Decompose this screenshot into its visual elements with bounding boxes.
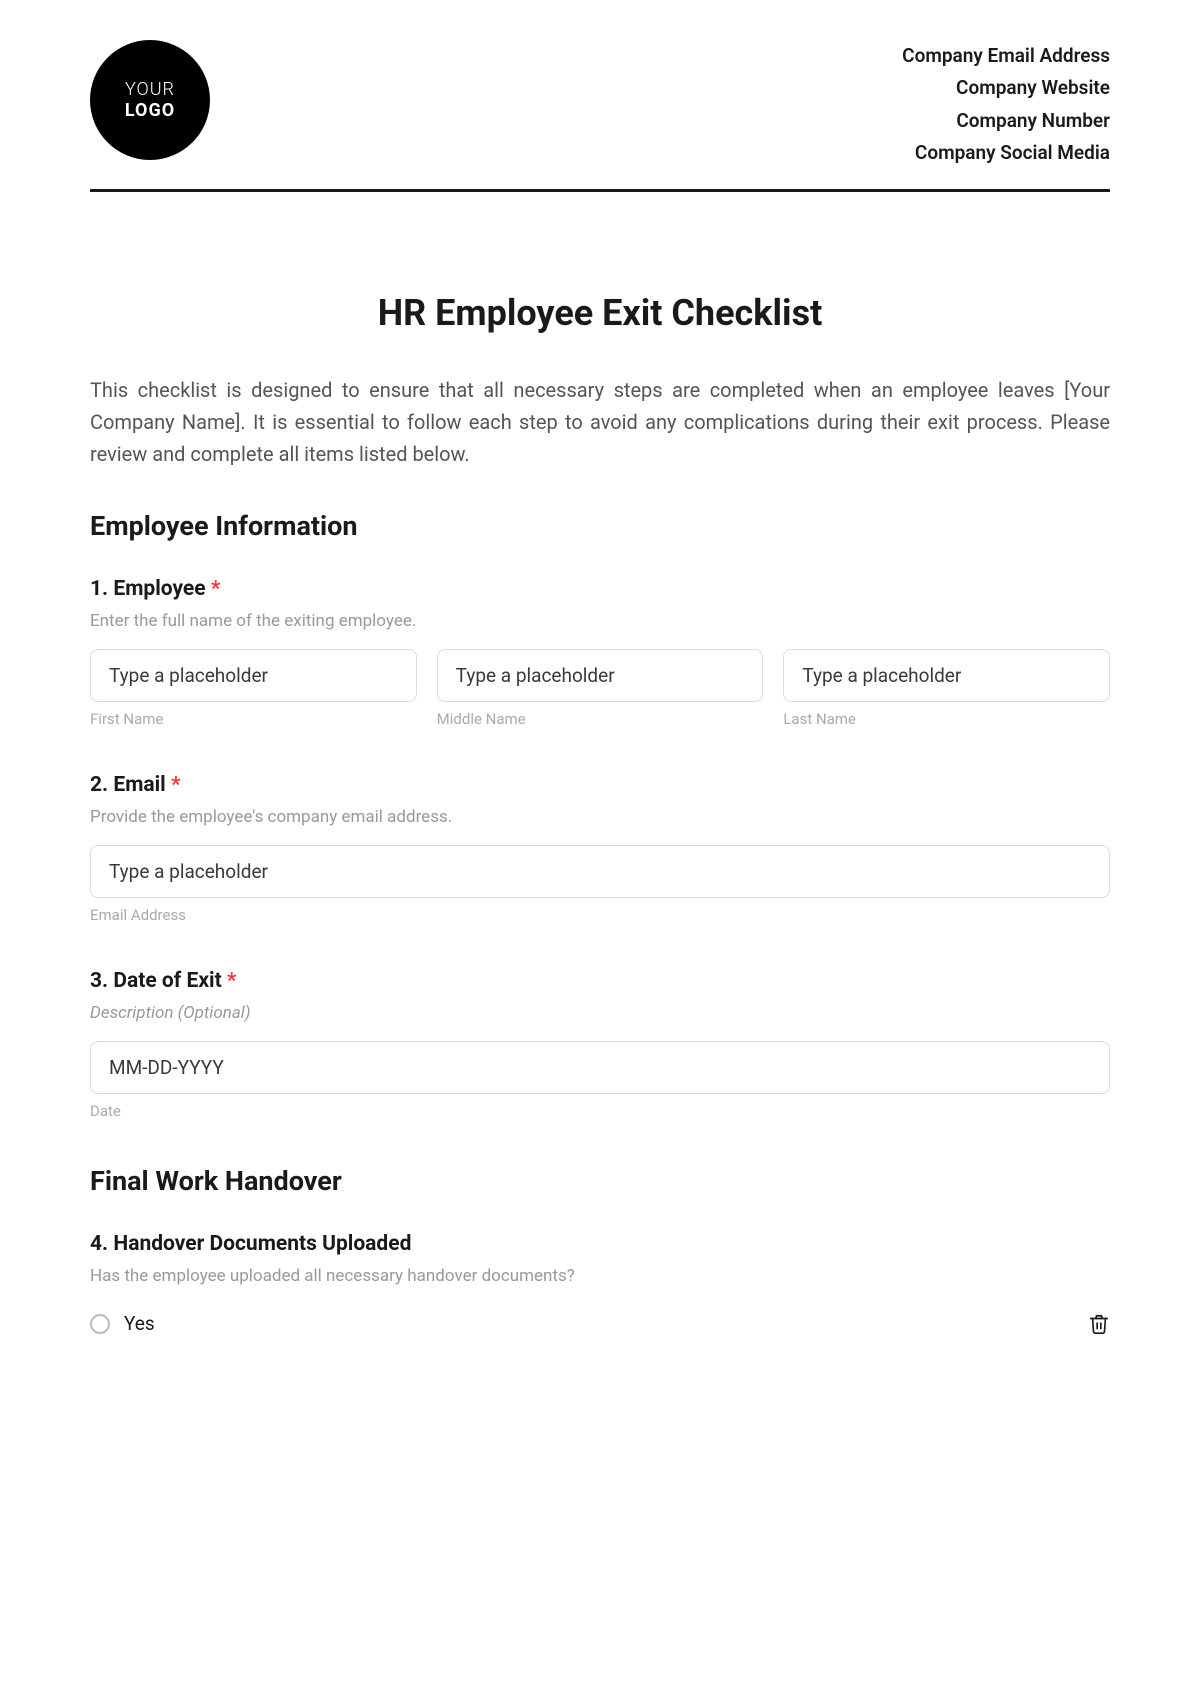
question-date-exit: 3. Date of Exit * Description (Optional)… — [90, 969, 1110, 1120]
last-name-input[interactable] — [783, 649, 1110, 702]
page-title: HR Employee Exit Checklist — [90, 292, 1110, 334]
question-desc: Provide the employee's company email add… — [90, 807, 1110, 827]
company-social: Company Social Media — [902, 137, 1110, 169]
question-label: 2. Email * — [90, 773, 1110, 797]
first-name-label: First Name — [90, 710, 417, 728]
email-label: Email Address — [90, 906, 1110, 924]
question-desc: Description (Optional) — [90, 1003, 1110, 1023]
date-exit-input[interactable] — [90, 1041, 1110, 1094]
section-handover-title: Final Work Handover — [90, 1165, 1110, 1197]
email-input[interactable] — [90, 845, 1110, 898]
question-desc: Has the employee uploaded all necessary … — [90, 1266, 1110, 1286]
date-label: Date — [90, 1102, 1110, 1120]
company-email: Company Email Address — [902, 40, 1110, 72]
header-divider — [90, 189, 1110, 192]
question-employee: 1. Employee * Enter the full name of the… — [90, 577, 1110, 728]
name-inputs-row: First Name Middle Name Last Name — [90, 649, 1110, 728]
company-info: Company Email Address Company Website Co… — [902, 40, 1110, 169]
question-handover-documents: 4. Handover Documents Uploaded Has the e… — [90, 1232, 1110, 1343]
question-email: 2. Email * Provide the employee's compan… — [90, 773, 1110, 924]
section-employee-info-title: Employee Information — [90, 510, 1110, 542]
radio-label: Yes — [124, 1312, 155, 1335]
middle-name-input[interactable] — [437, 649, 764, 702]
company-website: Company Website — [902, 72, 1110, 104]
question-label: 4. Handover Documents Uploaded — [90, 1232, 1110, 1256]
trash-icon[interactable] — [1088, 1313, 1110, 1335]
radio-option-yes[interactable]: Yes — [90, 1312, 155, 1335]
logo-line1: YOUR — [125, 79, 175, 100]
radio-option-row: Yes — [90, 1304, 1110, 1343]
intro-text: This checklist is designed to ensure tha… — [90, 374, 1110, 470]
company-number: Company Number — [902, 105, 1110, 137]
question-desc: Enter the full name of the exiting emplo… — [90, 611, 1110, 631]
question-label: 1. Employee * — [90, 577, 1110, 601]
question-label: 3. Date of Exit * — [90, 969, 1110, 993]
radio-circle-icon — [90, 1314, 110, 1334]
company-logo: YOUR LOGO — [90, 40, 210, 160]
first-name-input[interactable] — [90, 649, 417, 702]
logo-line2: LOGO — [125, 100, 175, 121]
middle-name-label: Middle Name — [437, 710, 764, 728]
document-header: YOUR LOGO Company Email Address Company … — [90, 40, 1110, 169]
last-name-label: Last Name — [783, 710, 1110, 728]
